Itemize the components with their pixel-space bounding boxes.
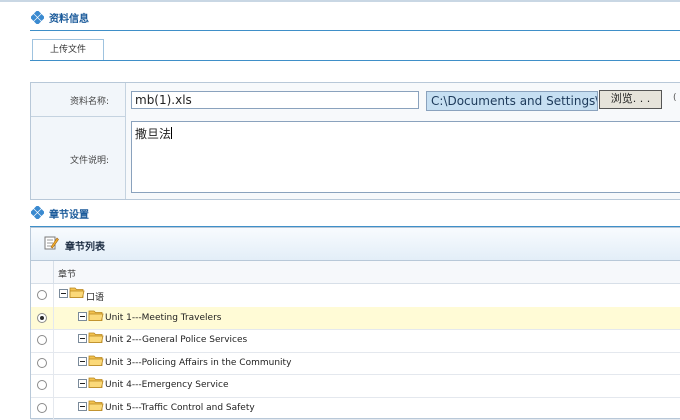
folder-open-icon <box>88 309 104 322</box>
folder-open-icon <box>88 399 104 412</box>
chapter-row[interactable]: Unit 1---Meeting Travelers <box>31 307 680 331</box>
chapter-panel-title: 章节列表 <box>65 238 105 253</box>
browse-button[interactable]: 浏览. . . <box>599 90 662 109</box>
chapter-radio[interactable] <box>37 358 47 368</box>
row-column-separator <box>53 397 54 420</box>
collapse-toggle-icon[interactable] <box>78 379 87 388</box>
folder-open-icon <box>69 286 85 299</box>
chapter-label: Unit 5---Traffic Control and Safety <box>105 403 255 413</box>
desc-textarea[interactable]: 撒旦法 <box>131 121 680 193</box>
section-diamond-icon <box>31 206 44 219</box>
row-column-separator <box>53 374 54 397</box>
chapter-radio[interactable] <box>37 313 47 323</box>
tab-strip: 上传文件 <box>30 38 680 60</box>
chapter-radio[interactable] <box>37 335 47 345</box>
chapter-row[interactable]: Unit 2---General Police Services <box>31 329 680 353</box>
trailing-mark: ( <box>673 93 677 103</box>
upload-form: 资料名称: mb(1).xls C:\Documents and Setting… <box>30 82 680 200</box>
tab-upload-file[interactable]: 上传文件 <box>32 39 104 61</box>
chapter-panel: 章节列表 章节 口语Unit 1---Meeting Travelers Unit… <box>30 227 680 419</box>
section-title-info: 资料信息 <box>49 10 89 25</box>
chapter-radio[interactable] <box>37 380 47 390</box>
chapter-row[interactable]: Unit 3---Policing Affairs in the Communi… <box>31 352 680 376</box>
file-path-field[interactable]: C:\Documents and Settings\a <box>426 91 598 111</box>
section-divider <box>30 30 680 31</box>
chapter-row[interactable]: Unit 5---Traffic Control and Safety <box>31 397 680 420</box>
section-diamond-icon <box>31 11 44 24</box>
folder-open-icon <box>88 354 104 367</box>
chapter-row[interactable]: 口语 <box>31 284 680 308</box>
folder-open-icon <box>88 376 104 389</box>
column-separator <box>53 261 54 283</box>
chapter-panel-header: 章节列表 <box>31 228 680 261</box>
chapter-label: Unit 4---Emergency Service <box>105 380 229 390</box>
collapse-toggle-icon[interactable] <box>78 312 87 321</box>
collapse-toggle-icon[interactable] <box>78 334 87 343</box>
chapter-label: 口语 <box>86 290 104 303</box>
tab-underline <box>30 60 680 61</box>
column-header-chapter: 章节 <box>58 267 76 280</box>
collapse-toggle-icon[interactable] <box>78 402 87 411</box>
column-header-row: 章节 <box>31 261 680 284</box>
desc-label: 文件说明: <box>31 153 109 166</box>
row-column-separator <box>53 352 54 375</box>
edit-list-icon <box>44 235 59 250</box>
collapse-toggle-icon[interactable] <box>59 289 68 298</box>
section-title-chapter: 章节设置 <box>49 206 89 221</box>
top-border <box>0 0 680 2</box>
chapter-radio[interactable] <box>37 403 47 413</box>
desc-text: 撒旦法 <box>135 127 171 141</box>
row-column-separator <box>53 284 54 307</box>
chapter-label: Unit 3---Policing Affairs in the Communi… <box>105 358 291 368</box>
chapter-row[interactable]: Unit 4---Emergency Service <box>31 374 680 398</box>
name-label: 资料名称: <box>31 94 109 107</box>
collapse-toggle-icon[interactable] <box>78 357 87 366</box>
chapter-label: Unit 2---General Police Services <box>105 335 247 345</box>
name-input[interactable]: mb(1).xls <box>131 91 419 109</box>
row-column-separator <box>53 307 54 330</box>
text-cursor <box>171 127 172 139</box>
chapter-label: Unit 1---Meeting Travelers <box>105 313 221 323</box>
folder-open-icon <box>88 331 104 344</box>
row-column-separator <box>53 329 54 352</box>
chapter-radio[interactable] <box>37 290 47 300</box>
